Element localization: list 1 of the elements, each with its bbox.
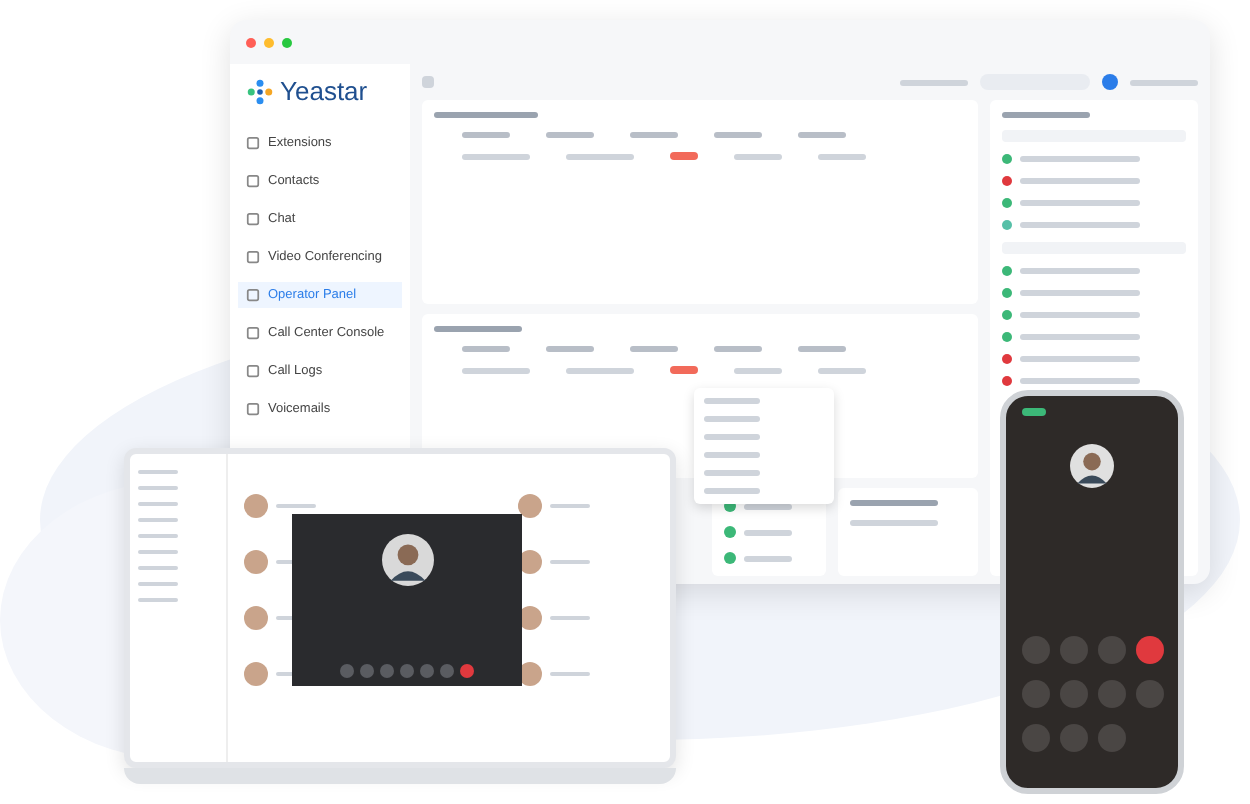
logo-text: Yeastar [280,76,368,106]
